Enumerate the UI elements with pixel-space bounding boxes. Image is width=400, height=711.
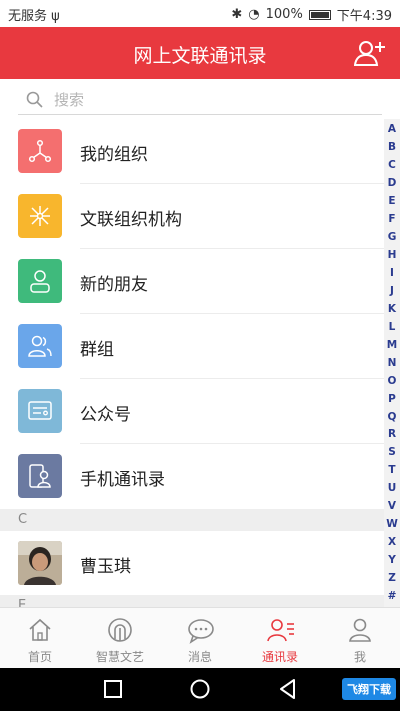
app-header: 网上文联通讯录 <box>0 27 400 79</box>
tab-me[interactable]: 我 <box>320 608 400 668</box>
add-contact-icon[interactable] <box>353 39 386 67</box>
index-letter[interactable]: C <box>388 160 396 171</box>
menu-item-federation-orgs[interactable]: 文联组织机构 <box>0 184 384 249</box>
index-letter[interactable]: U <box>388 483 397 494</box>
index-letter[interactable]: # <box>388 591 397 602</box>
tab-contacts[interactable]: 通讯录 <box>240 608 320 668</box>
back-button[interactable] <box>275 676 301 702</box>
index-letter[interactable]: I <box>390 268 394 279</box>
index-letter[interactable]: R <box>388 429 396 440</box>
battery-percent: 100% <box>265 7 303 22</box>
section-header-c: C <box>0 509 384 531</box>
art-icon <box>106 616 134 644</box>
index-letter[interactable]: S <box>388 447 396 458</box>
contact-row[interactable]: 曹玉琪 <box>0 531 384 595</box>
tab-label: 我 <box>353 650 366 664</box>
card-icon <box>18 389 62 433</box>
phone-contact-icon <box>18 454 62 498</box>
menu-item-label: 群组 <box>80 340 114 360</box>
index-letter[interactable]: E <box>388 196 395 207</box>
alphabet-index[interactable]: A B C D E F G H I J K L M N O P Q R S T U V W X Y Z # <box>384 124 400 602</box>
network-icon <box>18 194 62 238</box>
tab-label: 通讯录 <box>261 650 298 664</box>
watermark-logo: 飞翔下载 <box>342 678 396 700</box>
status-bar: 无服务 ψ ✱ ◔ 100% 下午4:39 <box>0 0 400 27</box>
index-letter[interactable]: H <box>388 250 397 261</box>
tab-label: 消息 <box>187 650 212 664</box>
menu-item-official-accounts[interactable]: 公众号 <box>0 379 384 444</box>
menu-item-label: 我的组织 <box>80 145 148 165</box>
tab-home[interactable]: 首页 <box>0 608 80 668</box>
index-letter[interactable]: J <box>390 286 394 297</box>
search-bar <box>0 79 400 119</box>
avatar <box>18 541 62 585</box>
menu-item-my-org[interactable]: 我的组织 <box>0 119 384 184</box>
bottom-tab-bar: 首页 智慧文艺 消息 通讯录 我 <box>0 607 400 668</box>
index-letter[interactable]: A <box>388 124 396 135</box>
search-input[interactable] <box>54 88 354 112</box>
index-letter[interactable]: Y <box>388 555 396 566</box>
index-letter[interactable]: N <box>388 358 397 369</box>
tab-label: 首页 <box>27 650 52 664</box>
index-letter[interactable]: M <box>387 340 397 351</box>
contact-list: 我的组织 文联组织机构 新的朋友 群组 公众号 手机通讯录 C 曹玉琪 E <box>0 119 384 607</box>
menu-item-label: 文联组织机构 <box>80 210 182 230</box>
index-letter[interactable]: T <box>388 465 395 476</box>
page-title: 网上文联通讯录 <box>133 45 267 67</box>
index-letter[interactable]: L <box>389 322 396 333</box>
home-icon <box>26 616 54 644</box>
index-letter[interactable]: K <box>388 304 396 315</box>
index-letter[interactable]: G <box>388 232 397 243</box>
index-letter[interactable]: P <box>388 394 396 405</box>
section-header-e: E <box>0 595 384 607</box>
group-icon <box>18 324 62 368</box>
person-icon <box>18 259 62 303</box>
menu-item-label: 手机通讯录 <box>80 470 165 490</box>
clock: 下午4:39 <box>336 9 392 24</box>
me-icon <box>346 616 374 644</box>
index-letter[interactable]: V <box>388 501 396 512</box>
index-letter[interactable]: O <box>388 376 397 387</box>
menu-item-label: 新的朋友 <box>80 275 148 295</box>
recents-button[interactable] <box>100 676 126 702</box>
bluetooth-icon: ✱ <box>231 7 243 22</box>
menu-item-groups[interactable]: 群组 <box>0 314 384 379</box>
index-letter[interactable]: Q <box>388 411 397 423</box>
menu-item-phone-contacts[interactable]: 手机通讯录 <box>0 444 384 509</box>
menu-item-label: 公众号 <box>80 405 131 425</box>
contacts-icon <box>266 616 294 644</box>
status-indicators: ✱ ◔ 100% 下午4:39 <box>231 5 392 24</box>
index-letter[interactable]: W <box>386 519 398 530</box>
index-letter[interactable]: Z <box>388 573 396 584</box>
tab-label: 智慧文艺 <box>95 650 144 664</box>
contact-name: 曹玉琪 <box>80 557 131 577</box>
index-letter[interactable]: F <box>388 214 395 225</box>
home-button[interactable] <box>187 676 213 702</box>
index-letter[interactable]: B <box>388 142 396 153</box>
tab-smart-art[interactable]: 智慧文艺 <box>80 608 160 668</box>
search-icon <box>26 91 43 112</box>
org-share-icon <box>18 129 62 173</box>
search-box[interactable] <box>18 85 382 115</box>
tab-messages[interactable]: 消息 <box>160 608 240 668</box>
menu-item-new-friends[interactable]: 新的朋友 <box>0 249 384 314</box>
wifi-icon: ◔ <box>248 7 260 22</box>
index-letter[interactable]: X <box>388 537 396 548</box>
chat-icon <box>186 616 214 644</box>
index-letter[interactable]: D <box>388 178 397 189</box>
system-nav-bar: 飞翔下载 <box>0 668 400 711</box>
carrier-text: 无服务 ψ <box>8 9 60 24</box>
battery-icon <box>308 9 331 20</box>
